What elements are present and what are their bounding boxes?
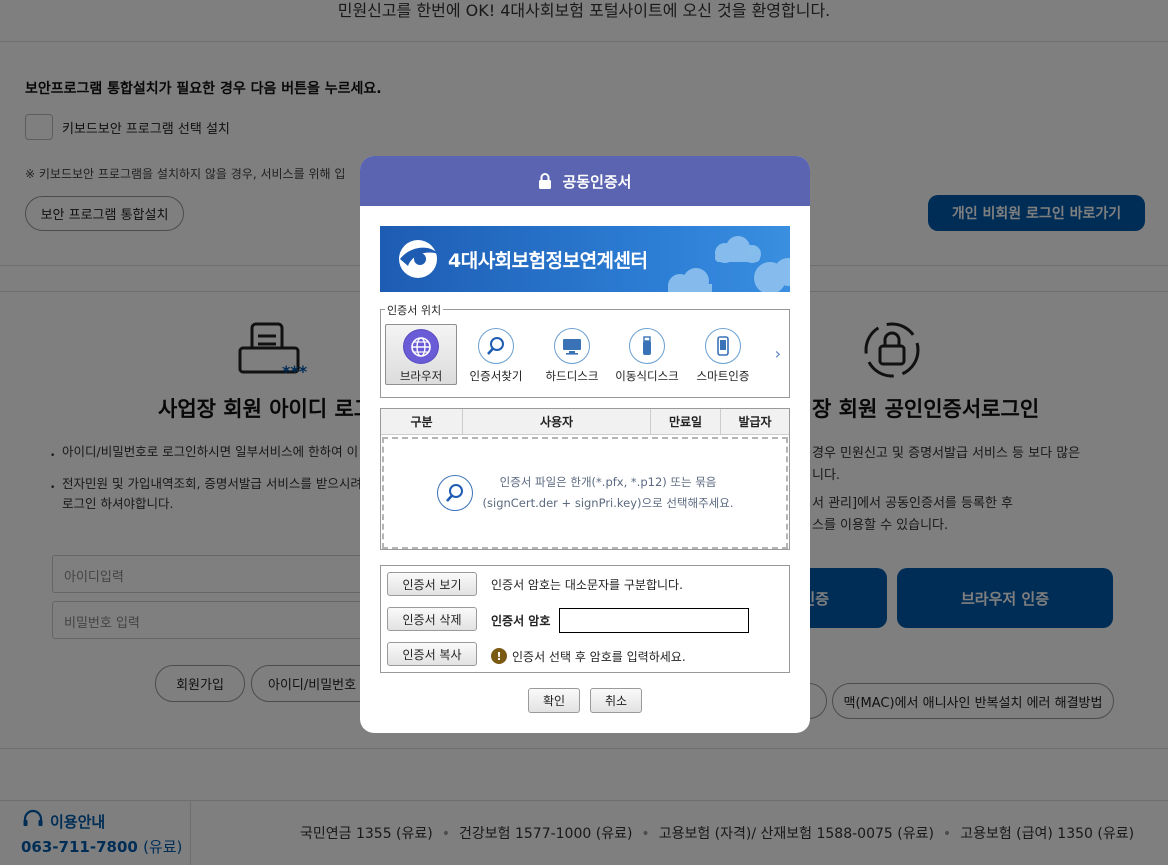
location-label: 하드디스크 [545, 369, 599, 383]
location-label: 이동식디스크 [615, 369, 679, 383]
copy-certificate-button[interactable]: 인증서 복사 [387, 642, 477, 666]
banner: 4대사회보험정보연계센터 [380, 226, 790, 292]
certificate-password-panel: 인증서 보기 인증서 암호는 대소문자를 구분합니다. 인증서 삭제 인증서 암… [380, 565, 790, 673]
location-find-certificate[interactable]: 인증서찾기 [460, 324, 532, 385]
certificate-password-input[interactable] [559, 608, 749, 633]
chevron-right-icon[interactable]: › [775, 344, 781, 363]
certificate-location-group: 인증서 위치 브라우저 인증서찾기 하드디스크 이동식디스크 스마트인증 › [380, 302, 790, 398]
table-header-row: 구분 사용자 만료일 발급자 [381, 409, 789, 435]
warning-icon: ! [491, 648, 507, 664]
certificate-drop-area[interactable]: 인증서 파일은 한개(*.pfx, *.p12) 또는 묶음 (signCert… [382, 437, 788, 549]
smartphone-icon [705, 328, 741, 364]
delete-certificate-button[interactable]: 인증서 삭제 [387, 607, 477, 631]
banner-title: 4대사회보험정보연계센터 [448, 250, 648, 272]
dialog-header: 공동인증서 [360, 156, 810, 206]
case-sensitive-notice: 인증서 암호는 대소문자를 구분합니다. [491, 578, 683, 592]
location-browser[interactable]: 브라우저 [385, 324, 457, 385]
dialog-title: 공동인증서 [562, 172, 632, 191]
location-label: 인증서찾기 [469, 369, 523, 383]
location-hard-disk[interactable]: 하드디스크 [536, 324, 608, 385]
location-label: 브라우저 [399, 369, 443, 383]
column-header: 만료일 [651, 409, 721, 434]
certificate-table: 구분 사용자 만료일 발급자 인증서 파일은 한개(*.pfx, *.p12) … [380, 408, 790, 550]
password-label: 인증서 암호 [491, 614, 551, 628]
cancel-button[interactable]: 취소 [590, 688, 642, 713]
usb-icon [629, 328, 665, 364]
ok-button[interactable]: 확인 [528, 688, 580, 713]
column-header: 발급자 [738, 415, 772, 429]
location-label: 스마트인증 [696, 369, 750, 383]
column-header: 사용자 [463, 409, 651, 434]
drop-instructions-line: 인증서 파일은 한개(*.pfx, *.p12) 또는 묶음 [499, 475, 717, 489]
column-header: 구분 [381, 409, 463, 434]
warning-text: 인증서 선택 후 암호를 입력하세요. [512, 650, 686, 664]
drop-instructions-line: (signCert.der + signPri.key)으로 선택해주세요. [482, 496, 734, 510]
globe-icon [403, 329, 439, 364]
monitor-icon [554, 328, 590, 364]
certificate-dialog: 공동인증서 4대사회보험정보연계센터 인증서 위치 브라우저 인증서찾기 하드디… [360, 156, 810, 733]
view-certificate-button[interactable]: 인증서 보기 [387, 572, 477, 596]
location-removable-disk[interactable]: 이동식디스크 [611, 324, 683, 385]
magnifier-icon [436, 475, 473, 511]
magnifier-icon [478, 328, 514, 364]
drop-instructions: 인증서 파일은 한개(*.pfx, *.p12) 또는 묶음 (signCert… [483, 472, 734, 514]
lock-icon [539, 173, 552, 189]
location-smart-auth[interactable]: 스마트인증 [687, 324, 759, 385]
location-legend: 인증서 위치 [385, 302, 444, 318]
